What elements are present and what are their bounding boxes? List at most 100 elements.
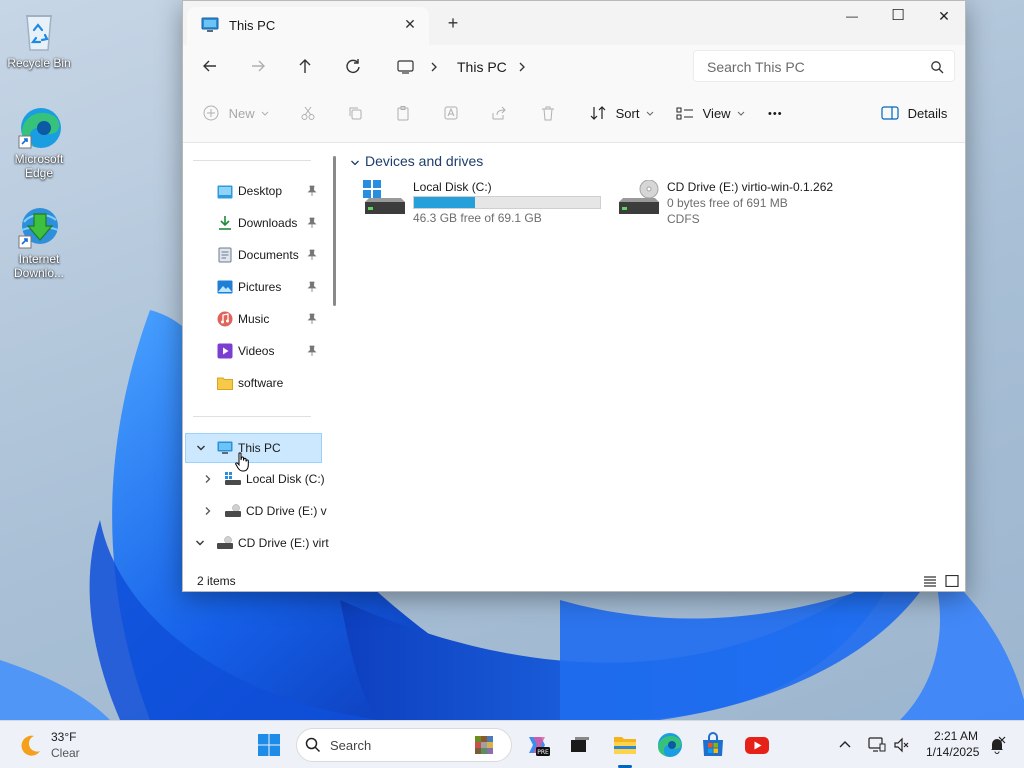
nav-item-local-disk[interactable]: Local Disk (C:) [183,464,329,494]
nav-item-pictures[interactable]: Pictures [183,272,329,302]
nav-item-software[interactable]: software [183,368,329,398]
copy-icon[interactable] [347,105,363,127]
close-button[interactable]: ✕ [921,1,967,33]
rename-icon[interactable] [443,105,459,127]
file-explorer-window: This PC ✕ + — ☐ ✕ This PC Search This PC… [182,0,966,592]
nav-item-documents[interactable]: Documents [183,240,329,270]
chevron-up-icon[interactable] [838,738,852,752]
drive-local-disk[interactable]: Local Disk (C:) 46.3 GB free of 69.1 GB [363,180,605,230]
content-area[interactable]: Devices and drives Local Disk (C:) 46.3 … [339,144,965,569]
taskbar-search[interactable]: Search [296,728,512,762]
notification-icon[interactable] [988,736,1006,754]
nav-item-cd-drive-root[interactable]: CD Drive (E:) virt [183,528,329,558]
chevron-right-icon[interactable] [429,60,439,77]
download-manager-icon [16,204,62,250]
microsoft-store-icon[interactable] [699,731,727,759]
chevron-down-icon[interactable] [196,443,206,453]
tiles-view-icon[interactable] [945,575,959,587]
recycle-bin-icon [16,8,62,54]
tab-this-pc[interactable]: This PC ✕ [187,7,429,45]
chevron-down-icon[interactable] [350,158,360,168]
details-view-icon[interactable] [923,575,937,587]
nav-label: Downloads [238,216,298,230]
start-icon[interactable] [255,731,283,759]
cd-drive-icon [217,536,233,549]
new-tab-button[interactable]: + [443,13,463,33]
desktop-icon-microsoft-edge[interactable]: Microsoft Edge [1,104,77,180]
pin-icon [307,185,317,196]
nav-item-this-pc[interactable]: This PC [185,433,322,463]
new-button[interactable]: New [203,105,269,127]
desktop-icon-recycle-bin[interactable]: Recycle Bin [1,8,77,70]
nav-label: Videos [238,344,275,358]
nav-item-videos[interactable]: Videos [183,336,329,366]
search-input[interactable]: Search This PC [707,59,805,75]
search-highlight-icon [475,736,493,754]
sort-button[interactable]: Sort [589,105,654,127]
refresh-icon[interactable] [342,55,366,77]
back-icon[interactable] [199,55,223,77]
pin-icon [307,345,317,356]
videos-icon [217,343,233,359]
navigation-scrollbar[interactable] [329,144,339,569]
maximize-button[interactable]: ☐ [875,1,921,33]
desktop-icon-internet-download-manager[interactable]: Internet Downlo... [1,204,77,280]
cd-drive-icon [225,504,241,517]
chevron-right-icon[interactable] [203,474,213,484]
tab-close-button[interactable]: ✕ [401,15,419,33]
chevron-down-icon [261,111,269,116]
edge-icon [16,104,62,150]
network-icon[interactable] [868,736,886,754]
taskbar: 33°F Clear Search PRE 2:21 AM 1/14/2025 [0,720,1024,768]
nav-divider [193,416,311,417]
view-icon [676,107,693,120]
see-more-button[interactable]: ••• [768,108,783,130]
nav-label: Documents [238,248,299,262]
copilot-icon[interactable]: PRE [523,731,551,759]
local-disk-icon [225,472,241,485]
nav-label: CD Drive (E:) v [246,504,327,518]
nav-item-cd-drive-child[interactable]: CD Drive (E:) v [183,496,329,526]
navigation-pane[interactable]: Desktop Downloads Documents Pictures Mus… [183,144,329,569]
disk-usage-fill [414,197,476,208]
address-bar[interactable]: This PC [389,51,679,83]
chevron-down-icon[interactable] [195,538,205,548]
drive-name: Local Disk (C:) [413,180,492,194]
chevron-right-icon[interactable] [203,506,213,516]
view-button[interactable]: View [676,105,745,127]
file-explorer-taskbar-icon[interactable] [611,731,639,759]
nav-item-downloads[interactable]: Downloads [183,208,329,238]
clock-time[interactable]: 2:21 AM [934,729,978,743]
sort-icon [590,106,606,120]
task-view-icon[interactable] [566,731,594,759]
drive-name: CD Drive (E:) virtio-win-0.1.262 [667,180,834,194]
share-icon[interactable] [491,105,507,127]
breadcrumb-this-pc[interactable]: This PC [457,59,507,75]
item-count: 2 items [197,574,236,588]
scrollbar-thumb[interactable] [333,156,336,306]
delete-icon[interactable] [540,105,556,127]
youtube-icon[interactable] [743,731,771,759]
status-bar: 2 items [183,569,965,591]
edge-taskbar-icon[interactable] [655,731,683,759]
volume-muted-icon[interactable] [893,736,911,754]
search-box[interactable]: Search This PC [693,50,955,82]
svg-text:PRE: PRE [537,749,549,756]
drive-cd-drive[interactable]: CD Drive (E:) virtio-win-0.1.262 0 bytes… [617,180,937,230]
weather-widget[interactable]: 33°F Clear [16,729,116,761]
nav-item-music[interactable]: Music [183,304,329,334]
forward-icon[interactable] [247,55,271,77]
weather-temp: 33°F [51,730,77,744]
nav-label: Pictures [238,280,282,294]
title-bar[interactable]: This PC ✕ + — ☐ ✕ [183,1,965,45]
cut-icon[interactable] [300,105,316,127]
details-button[interactable]: Details [881,105,947,127]
group-title-devices-and-drives[interactable]: Devices and drives [365,153,483,169]
chevron-right-icon[interactable] [517,60,527,77]
drive-space: 46.3 GB free of 69.1 GB [413,211,542,225]
minimize-button[interactable]: — [829,1,875,33]
up-icon[interactable] [294,55,318,77]
nav-item-desktop[interactable]: Desktop [183,176,329,206]
clock-date[interactable]: 1/14/2025 [926,745,979,759]
paste-icon[interactable] [395,105,411,127]
